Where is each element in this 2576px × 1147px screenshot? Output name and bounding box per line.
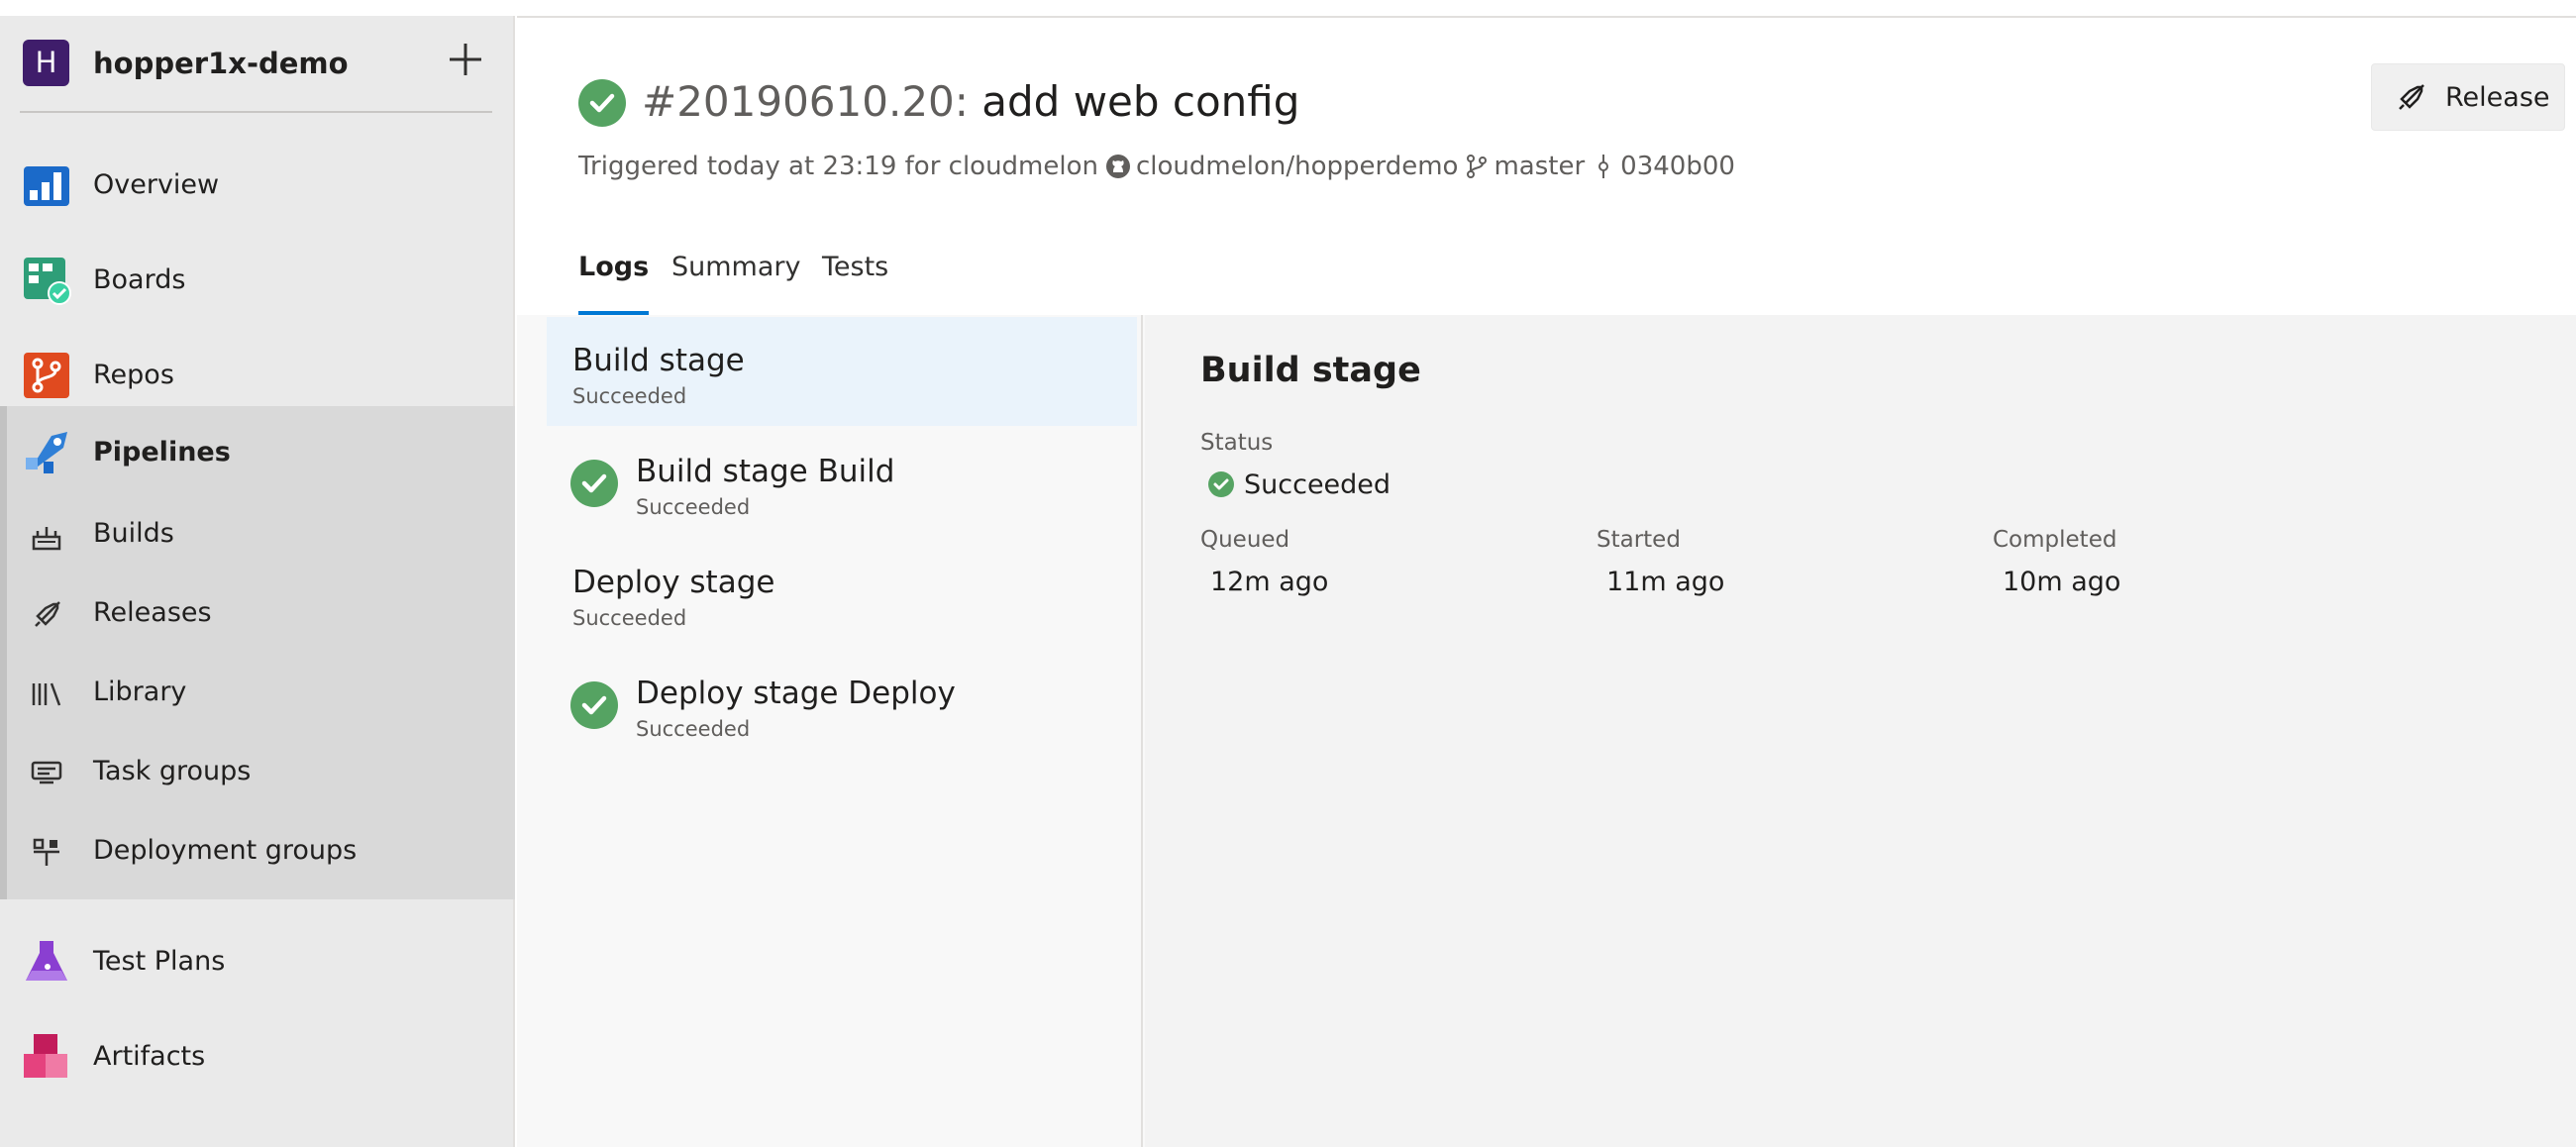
status-label: Status (1200, 430, 1274, 456)
nav-item-task-groups[interactable]: Task groups (0, 733, 515, 812)
repos-icon (24, 353, 69, 398)
pipelines-icon (26, 432, 67, 473)
nav-label: Builds (93, 518, 174, 549)
stage-list: Build stage Succeeded Build stage Build … (517, 315, 1143, 1147)
pipelines-group: Pipelines Builds Releases Library Task g… (0, 406, 515, 899)
org-divider (20, 111, 492, 113)
detail-title: Build stage (1200, 351, 1421, 390)
stage-status: Succeeded (572, 384, 687, 408)
queued-value: 12m ago (1210, 567, 1329, 597)
nav-item-deployment-groups[interactable]: Deployment groups (0, 812, 515, 891)
nav-label: Library (93, 677, 187, 707)
test-plans-icon (26, 941, 67, 981)
nav-label: Repos (93, 360, 174, 390)
nav-label: Overview (93, 169, 220, 200)
stage-item[interactable]: Deploy stage Succeeded (547, 539, 1137, 648)
triggered-text: Triggered today at 23:19 for cloudmelon (578, 152, 1098, 181)
run-title: #20190610.20: add web config (642, 77, 1299, 126)
nav-item-test-plans[interactable]: Test Plans (0, 915, 515, 1010)
job-status: Succeeded (636, 717, 751, 741)
task-groups-icon (31, 761, 62, 784)
started-label: Started (1597, 527, 1681, 553)
success-check-icon (578, 79, 626, 127)
nav-item-builds[interactable]: Builds (0, 495, 515, 574)
success-check-icon (570, 460, 618, 507)
nav-label: Boards (93, 264, 186, 295)
job-item[interactable]: Deploy stage Deploy Succeeded (547, 650, 1137, 759)
status-value: Succeeded (1244, 469, 1391, 500)
job-title: Build stage Build (636, 454, 895, 489)
org-name[interactable]: hopper1x-demo (93, 47, 349, 80)
job-status: Succeeded (636, 495, 751, 519)
release-button-label: Release (2445, 82, 2550, 113)
nav-label: Releases (93, 597, 212, 628)
branch-name[interactable]: master (1494, 152, 1585, 181)
builds-icon (32, 527, 61, 551)
library-icon (32, 682, 61, 706)
deployment-groups-icon (33, 838, 59, 866)
tab-logs[interactable]: Logs (578, 252, 650, 315)
nav-item-overview[interactable]: Overview (0, 139, 515, 234)
branch-icon (1467, 155, 1488, 178)
tab-tests[interactable]: Tests (822, 252, 888, 315)
completed-label: Completed (1993, 527, 2117, 553)
queued-label: Queued (1200, 527, 1290, 553)
run-message: add web config (981, 77, 1300, 126)
started-value: 11m ago (1606, 567, 1725, 597)
run-number: #20190610.20: (642, 77, 969, 126)
nav-label: Task groups (93, 756, 252, 786)
repo-link[interactable]: cloudmelon/hopperdemo (1136, 152, 1458, 181)
artifacts-icon (24, 1034, 67, 1078)
success-check-icon (570, 681, 618, 729)
nav-item-releases[interactable]: Releases (0, 574, 515, 654)
stage-item[interactable]: Build stage Succeeded (547, 317, 1137, 426)
content-area: Build stage Succeeded Build stage Build … (517, 315, 2576, 1147)
boards-icon (24, 258, 71, 305)
org-avatar[interactable]: H (23, 40, 69, 86)
commit-icon (1598, 155, 1609, 178)
github-icon (1106, 155, 1130, 178)
org-header: H hopper1x-demo (0, 16, 515, 111)
rocket-icon (35, 601, 60, 627)
stage-status: Succeeded (572, 606, 687, 630)
rocket-icon (2399, 84, 2424, 110)
stage-detail: Build stage Status Succeeded Queued 12m … (1145, 315, 2576, 1147)
nav-item-library[interactable]: Library (0, 654, 515, 733)
tab-summary[interactable]: Summary (671, 252, 800, 315)
release-button[interactable]: Release (2371, 63, 2565, 131)
job-item[interactable]: Build stage Build Succeeded (547, 428, 1137, 537)
nav-item-boards[interactable]: Boards (0, 234, 515, 329)
stage-title: Deploy stage (572, 565, 775, 600)
sidebar: H hopper1x-demo Overview Boards Repos Pi… (0, 16, 515, 1147)
plus-icon[interactable] (444, 38, 487, 81)
overview-icon (24, 166, 69, 206)
completed-value: 10m ago (2003, 567, 2121, 597)
nav-item-artifacts[interactable]: Artifacts (0, 1010, 515, 1105)
top-divider (517, 16, 2576, 18)
stage-title: Build stage (572, 343, 745, 378)
nav-label: Artifacts (93, 1041, 206, 1072)
nav-label: Deployment groups (93, 835, 358, 866)
run-meta: Triggered today at 23:19 for cloudmelon … (578, 152, 1735, 181)
nav-label: Test Plans (93, 946, 226, 977)
nav-item-pipelines[interactable]: Pipelines (0, 406, 515, 501)
job-title: Deploy stage Deploy (636, 676, 956, 711)
success-check-icon (1208, 471, 1234, 497)
nav-label: Pipelines (93, 437, 231, 468)
commit-id[interactable]: 0340b00 (1620, 152, 1735, 181)
